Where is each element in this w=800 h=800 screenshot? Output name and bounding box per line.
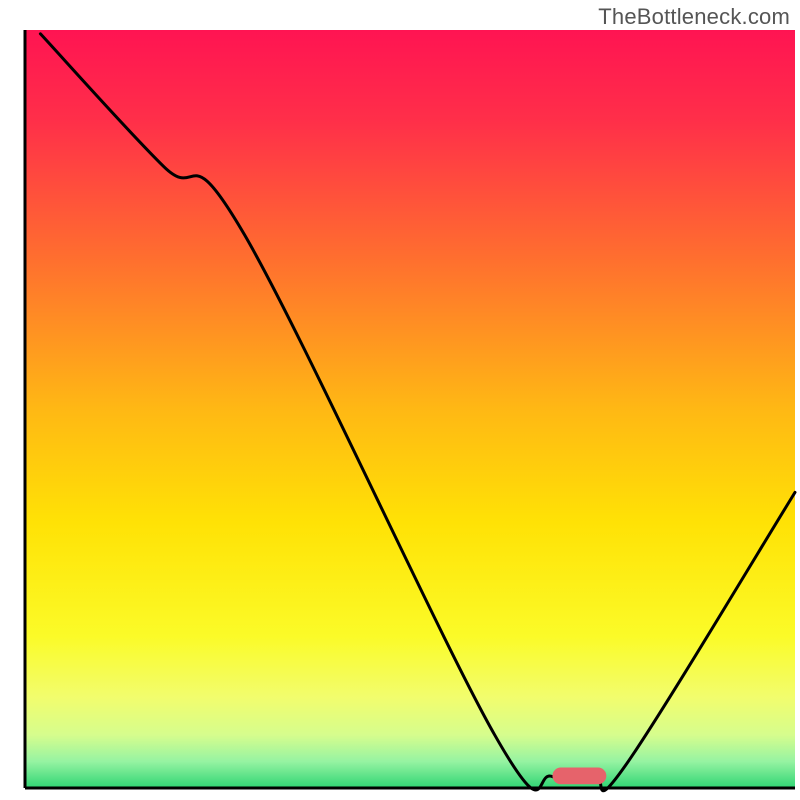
- chart-container: TheBottleneck.com: [0, 0, 800, 800]
- optimal-marker: [552, 768, 606, 785]
- watermark-text: TheBottleneck.com: [598, 4, 790, 30]
- bottleneck-chart: [0, 0, 800, 800]
